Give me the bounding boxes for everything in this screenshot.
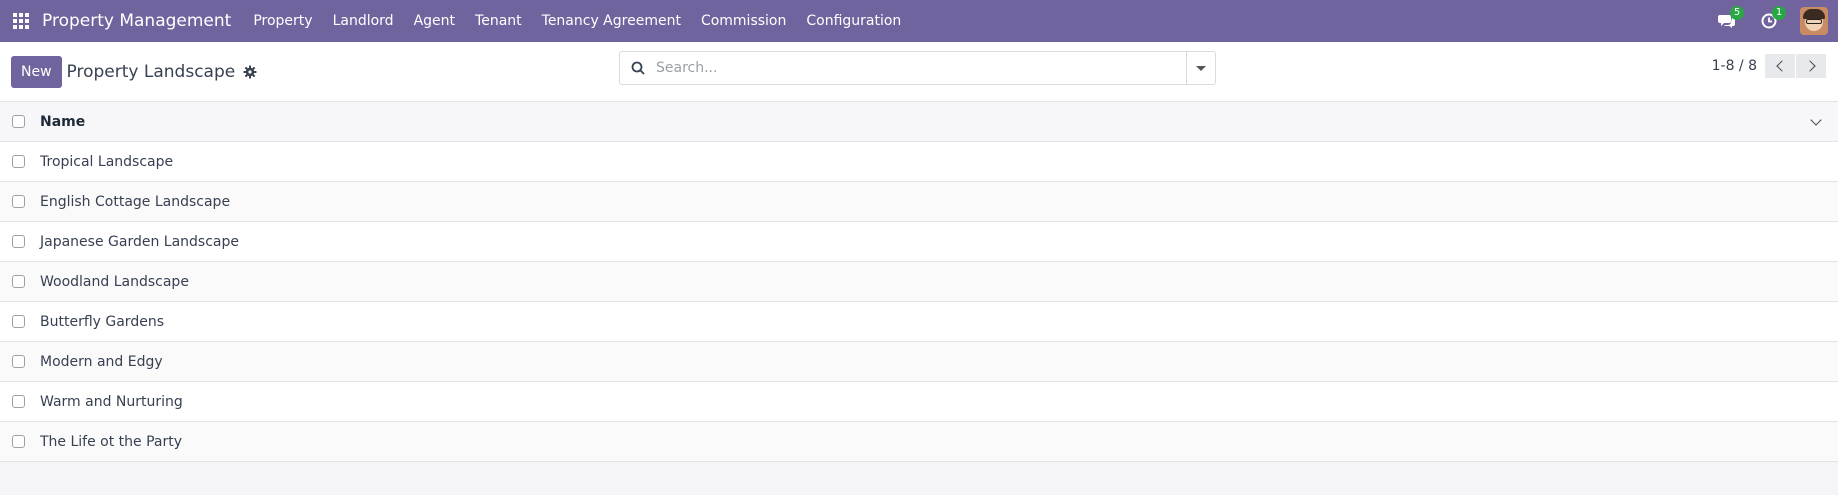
pager-previous-button[interactable] [1765,54,1795,78]
list-header: Name [0,102,1838,142]
apps-menu-icon[interactable] [0,0,42,42]
table-row[interactable]: Japanese Garden Landscape [0,222,1838,262]
row-checkbox[interactable] [12,195,25,208]
menu-item-tenant[interactable]: Tenant [465,0,532,42]
activities-button[interactable]: 1 [1748,0,1790,42]
table-row[interactable]: Modern and Edgy [0,342,1838,382]
table-row[interactable]: The Life ot the Party [0,422,1838,462]
top-navbar: Property Management Property Landlord Ag… [0,0,1838,42]
table-row[interactable]: Butterfly Gardens [0,302,1838,342]
gear-icon[interactable] [243,65,257,79]
table-row[interactable]: English Cottage Landscape [0,182,1838,222]
activities-count-badge: 1 [1772,6,1786,20]
control-panel: New Property Landscape Search... 1-8 / 8 [0,42,1838,102]
row-name: Warm and Nurturing [40,393,183,410]
optional-columns-toggle[interactable] [1810,114,1822,126]
messages-count-badge: 5 [1730,6,1744,20]
search-bar [619,51,1216,85]
row-name: English Cottage Landscape [40,193,231,210]
menu-item-property[interactable]: Property [243,0,322,42]
row-checkbox[interactable] [12,235,25,248]
row-name: Woodland Landscape [40,273,189,290]
column-header-name[interactable]: Name [40,114,85,130]
row-name: Butterfly Gardens [40,313,164,330]
table-row[interactable]: Woodland Landscape [0,262,1838,302]
user-avatar[interactable] [1800,7,1828,35]
row-checkbox[interactable] [12,315,25,328]
row-checkbox[interactable] [12,275,25,288]
list-view: Name Tropical Landscape English Cottage … [0,102,1838,462]
row-checkbox[interactable] [12,395,25,408]
table-row[interactable]: Tropical Landscape [0,142,1838,182]
table-row[interactable]: Warm and Nurturing [0,382,1838,422]
menu-item-landlord[interactable]: Landlord [323,0,404,42]
search-input[interactable] [656,52,1186,84]
row-name: Tropical Landscape [40,153,174,170]
row-name: Modern and Edgy [40,353,163,370]
menu-item-commission[interactable]: Commission [691,0,796,42]
page-title: Property Landscape [66,61,236,82]
list-body: Tropical Landscape English Cottage Lands… [0,142,1838,462]
search-options-toggle[interactable] [1186,52,1215,84]
row-checkbox[interactable] [12,355,25,368]
chevron-left-icon [1775,60,1788,72]
caret-down-icon [1196,65,1206,71]
search-icon [620,61,656,75]
pager-next-button[interactable] [1796,54,1826,78]
chevron-down-icon [1810,114,1822,126]
main-menu: Property Landlord Agent Tenant Tenancy A… [243,0,911,42]
row-name: The Life ot the Party [40,433,183,450]
messages-button[interactable]: 5 [1706,0,1748,42]
pager-value[interactable]: 1-8 / 8 [1712,58,1757,74]
row-name: Japanese Garden Landscape [40,233,239,250]
navbar-systray: 5 1 [1706,0,1838,42]
row-checkbox[interactable] [12,435,25,448]
select-all-checkbox[interactable] [12,115,25,128]
new-button[interactable]: New [11,55,62,88]
pager: 1-8 / 8 [1712,54,1826,78]
menu-item-configuration[interactable]: Configuration [796,0,911,42]
chevron-right-icon [1803,60,1816,72]
row-checkbox[interactable] [12,155,25,168]
menu-item-agent[interactable]: Agent [404,0,465,42]
app-brand[interactable]: Property Management [42,11,231,31]
menu-item-tenancy-agreement[interactable]: Tenancy Agreement [532,0,691,42]
